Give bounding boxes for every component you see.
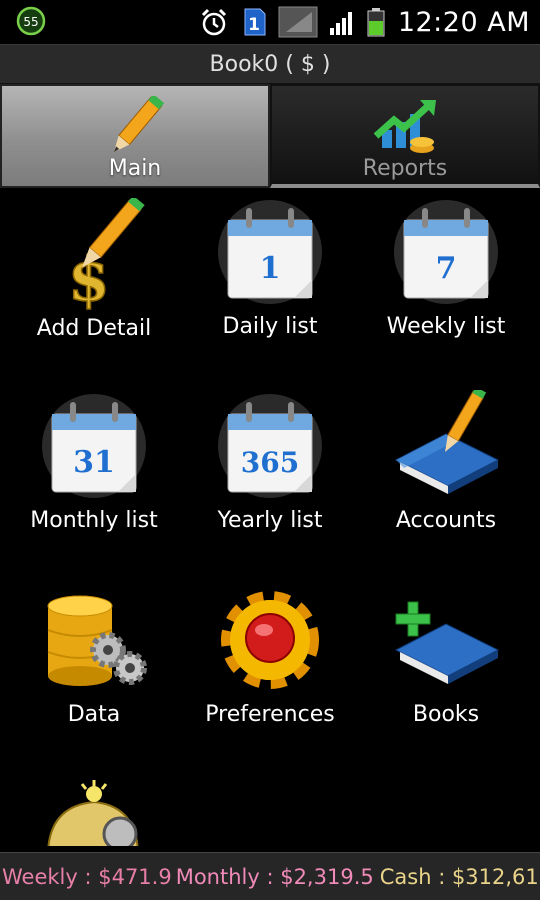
books-label: Books [412,702,480,727]
tab-bar: Main Reports [0,84,540,188]
page-title: Book0 ( $ ) [0,44,540,84]
tab-reports[interactable]: Reports [270,84,540,188]
summary-footer: Weekly : $471.9 Monthly : $2,319.5 Cash … [0,852,540,900]
pencil-icon [113,96,165,153]
main-grid: $ Add Detail 1 Daily list 7 Weekly list … [0,190,540,846]
calendar-number: 7 [436,251,457,286]
sim-label: 1 [248,15,260,35]
calendar-icon: 1 [218,200,322,304]
calendar-number: 31 [73,445,115,480]
cash-total: Cash : $312,610 [379,864,540,889]
circle-badge-icon: 55 [16,6,46,36]
sim-card-icon: 1 [244,8,266,36]
data-label: Data [67,702,121,727]
weekly-list-button[interactable]: 7 Weekly list [356,196,536,339]
calendar-number: 1 [260,251,281,286]
gear-red-icon [221,591,319,689]
accounts-label: Accounts [395,508,497,533]
signal-icon [329,12,352,35]
alarm-icon [201,8,226,36]
preferences-label: Preferences [205,702,335,727]
helmet-light-icon [47,780,139,846]
partial-tile-button[interactable] [4,780,184,846]
add-detail-button[interactable]: $ Add Detail [4,198,184,341]
tab-main[interactable]: Main [0,84,270,188]
badge-number: 55 [23,15,38,29]
weekly-list-label: Weekly list [386,314,506,339]
daily-list-label: Daily list [222,314,318,339]
status-time: 12:20 AM [397,6,530,38]
book-pencil-icon [394,390,500,494]
chart-icon [373,100,436,153]
calendar-number: 365 [241,446,299,479]
tab-reports-label: Reports [362,156,448,181]
battery-icon [367,8,385,37]
status-bar: 55 1 12:20 AM [0,0,540,44]
daily-list-button[interactable]: 1 Daily list [180,196,360,339]
monthly-list-label: Monthly list [30,508,158,533]
yearly-list-label: Yearly list [217,508,323,533]
pencil-dollar-icon: $ [67,198,145,310]
accounts-button[interactable]: Accounts [356,390,536,533]
calendar-icon: 31 [42,394,146,498]
signal-off-icon [278,6,318,38]
weekly-total: Weekly : $471.9 [2,864,172,889]
calendar-icon: 365 [218,394,322,498]
tab-main-label: Main [108,156,162,181]
yearly-list-button[interactable]: 365 Yearly list [180,390,360,533]
books-button[interactable]: Books [356,584,536,727]
preferences-button[interactable]: Preferences [180,584,360,727]
calendar-icon: 7 [394,200,498,304]
book-plus-icon [394,601,500,684]
data-button[interactable]: Data [4,584,184,727]
database-gear-icon [47,595,147,686]
monthly-list-button[interactable]: 31 Monthly list [4,390,184,533]
monthly-total: Monthly : $2,319.5 [175,864,374,889]
add-detail-label: Add Detail [36,316,152,341]
